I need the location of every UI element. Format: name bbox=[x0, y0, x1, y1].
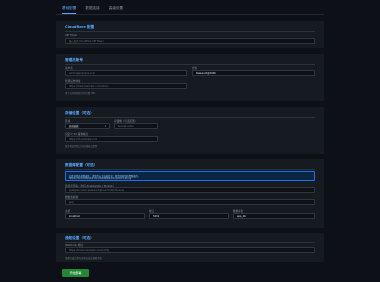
chevron-down-icon: ▾ bbox=[104, 125, 106, 128]
db-name-input[interactable]: app_db bbox=[233, 213, 315, 219]
cloudflare-panel: Cloudflare 配置 API Token 输入您的 Cloudflare … bbox=[56, 21, 324, 48]
db-port-input[interactable]: 5432 bbox=[149, 213, 229, 219]
region-select-value: 自动选择 bbox=[69, 125, 79, 128]
admin-url-input[interactable]: https://dash.example.com/admin bbox=[65, 83, 187, 89]
tab-basic[interactable]: 基础配置 bbox=[62, 6, 77, 14]
section-title-notification: 通知设置（可选） bbox=[65, 236, 94, 240]
section-title-admin: 管理员账号 bbox=[65, 58, 83, 62]
storage-panel: 存储设置（可选） 区域 自动选择 ▾ 存储桶（可选配置） bucket-name… bbox=[56, 107, 324, 154]
submit-button[interactable]: 开始部署 bbox=[62, 269, 89, 277]
username-input[interactable]: admin@example.com bbox=[65, 70, 187, 76]
bucket-input[interactable]: bucket-name bbox=[114, 123, 158, 129]
database-panel: 数据库配置（可选） 如需使用外部数据库，请填写以下连接信息；留空则使用内置数据库… bbox=[56, 159, 324, 228]
admin-panel: 管理员账号 用户名 admin@example.com 密码 Password@… bbox=[56, 54, 324, 101]
webhook-input[interactable]: https://hooks.example.com/notify bbox=[65, 247, 315, 253]
endpoint-hint: 留空将使用默认的存储端点配置 bbox=[65, 145, 98, 148]
db-host-input[interactable]: localhost bbox=[65, 213, 145, 219]
section-title-database: 数据库配置（可选） bbox=[65, 163, 98, 167]
notification-panel: 通知设置（可选） Webhook 地址 https://hooks.exampl… bbox=[56, 233, 324, 262]
endpoint-input[interactable]: https://s3.example.com bbox=[65, 136, 158, 142]
table-prefix-input[interactable]: app_ bbox=[65, 199, 315, 205]
region-select[interactable]: 自动选择 ▾ bbox=[65, 123, 110, 129]
api-token-input[interactable]: 输入您的 Cloudflare API Token bbox=[65, 37, 315, 44]
tab-connection[interactable]: 数据连接 bbox=[85, 6, 99, 14]
section-title-cloudflare: Cloudflare 配置 bbox=[65, 25, 95, 29]
tab-divider bbox=[56, 14, 324, 15]
info-notice: 如需使用外部数据库，请填写以下连接信息；留空则使用内置数据库。 https://… bbox=[65, 171, 315, 181]
notice-link[interactable]: https://docs.example.com/database/connec… bbox=[69, 177, 131, 180]
admin-url-hint: 用于访问管理后台的完整 URL bbox=[65, 92, 96, 95]
api-token-label: API Token bbox=[65, 33, 78, 37]
section-title-storage: 存储设置（可选） bbox=[65, 111, 94, 115]
password-input[interactable]: Password@2026 bbox=[192, 70, 315, 76]
webhook-hint: 部署完成后将向该地址发送通知消息 bbox=[65, 256, 102, 260]
conn-string-input[interactable]: postgres://user:password@host:5432/dbnam… bbox=[65, 187, 315, 193]
tab-advanced[interactable]: 高级设置 bbox=[109, 6, 123, 14]
